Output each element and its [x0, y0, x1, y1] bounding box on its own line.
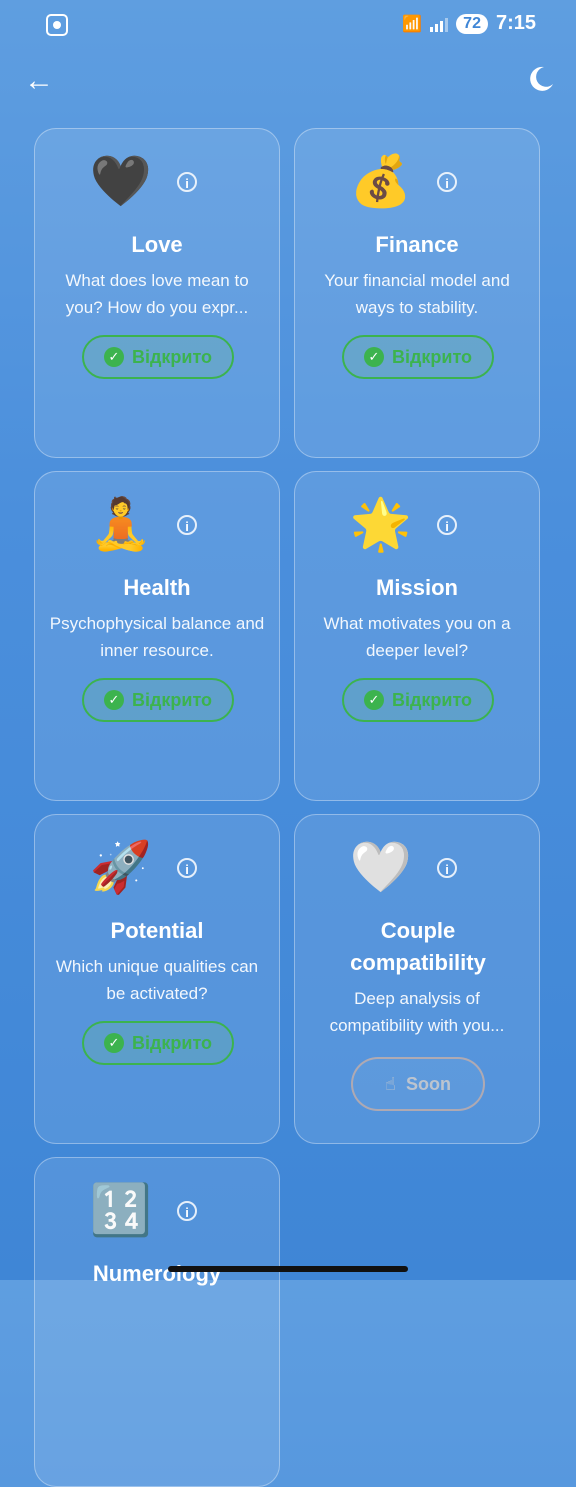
wifi-icon: 📶: [402, 15, 423, 33]
status-label: Відкрито: [131, 689, 213, 710]
card-title: Couple compatibility: [350, 918, 486, 975]
soon-button[interactable]: ☝ Soon: [351, 1057, 485, 1111]
status-label: Відкрито: [131, 346, 213, 367]
moon-icon[interactable]: [526, 64, 556, 94]
card-description: Your financial model and ways to stabili…: [324, 271, 510, 317]
open-status-button[interactable]: ✓ Відкрито: [82, 678, 234, 722]
check-circle-icon: ✓: [363, 690, 384, 710]
home-indicator[interactable]: [168, 1266, 408, 1272]
info-icon[interactable]: i: [177, 858, 197, 878]
card-title: Finance: [375, 232, 459, 257]
card-title: Numerology: [92, 1261, 222, 1286]
meditation-icon: 🧘: [89, 496, 153, 552]
heart-icon: 🖤: [89, 153, 153, 209]
card-title: Love: [131, 232, 183, 257]
info-icon[interactable]: i: [437, 515, 457, 535]
card-description: What does love mean to you? How do you e…: [65, 271, 249, 317]
card-description: Deep analysis of compatibility with you.…: [329, 989, 505, 1035]
open-status-button[interactable]: ✓ Відкрито: [342, 678, 494, 722]
card-health[interactable]: 🧘 i Health Psychophysical balance and in…: [34, 471, 280, 801]
star-icon: 🌟: [349, 496, 413, 552]
card-title: Potential: [110, 918, 204, 943]
open-status-button[interactable]: ✓ Відкрито: [82, 1021, 234, 1065]
status-label: Відкрито: [391, 689, 473, 710]
numbers-icon: 🔢: [89, 1182, 153, 1238]
screenshot-icon: [46, 14, 68, 36]
clock: 7:15: [495, 12, 536, 34]
app-bar: ←: [0, 50, 576, 116]
card-potential[interactable]: 🚀 i Potential Which unique qualities can…: [34, 814, 280, 1144]
status-bar: 📶 72 7:15: [0, 0, 576, 50]
check-circle-icon: ✓: [363, 347, 384, 367]
info-icon[interactable]: i: [437, 172, 457, 192]
info-icon[interactable]: i: [437, 858, 457, 878]
card-description: Which unique qualities can be activated?: [55, 957, 259, 1003]
status-label: Відкрито: [391, 346, 473, 367]
card-love[interactable]: 🖤 i Love What does love mean to you? How…: [34, 128, 280, 458]
card-description: Psychophysical balance and inner resourc…: [49, 614, 265, 660]
check-circle-icon: ✓: [103, 690, 124, 710]
card-title: Health: [123, 575, 191, 600]
card-couple-compatibility[interactable]: 🤍 i Couple compatibility Deep analysis o…: [294, 814, 540, 1144]
money-bag-icon: 💰: [349, 153, 413, 209]
info-icon[interactable]: i: [177, 1201, 197, 1221]
card-mission[interactable]: 🌟 i Mission What motivates you on a deep…: [294, 471, 540, 801]
status-label: Soon: [405, 1073, 451, 1094]
status-label: Відкрито: [131, 1032, 213, 1053]
rocket-icon: 🚀: [89, 839, 153, 895]
card-finance[interactable]: 💰 i Finance Your financial model and way…: [294, 128, 540, 458]
signal-icon: [430, 16, 449, 32]
info-icon[interactable]: i: [177, 172, 197, 192]
back-arrow-icon[interactable]: ←: [24, 64, 58, 98]
info-icon[interactable]: i: [177, 515, 197, 535]
card-description: What motivates you on a deeper level?: [323, 614, 511, 660]
white-heart-icon: 🤍: [349, 839, 413, 895]
pointing-hand-icon: ☝: [385, 1073, 396, 1094]
battery-badge: 72: [456, 13, 488, 34]
card-numerology[interactable]: 🔢 i Numerology: [34, 1157, 280, 1487]
check-circle-icon: ✓: [103, 1033, 124, 1053]
open-status-button[interactable]: ✓ Відкрито: [342, 335, 494, 379]
check-circle-icon: ✓: [103, 347, 124, 367]
card-title: Mission: [376, 575, 458, 600]
open-status-button[interactable]: ✓ Відкрито: [82, 335, 234, 379]
